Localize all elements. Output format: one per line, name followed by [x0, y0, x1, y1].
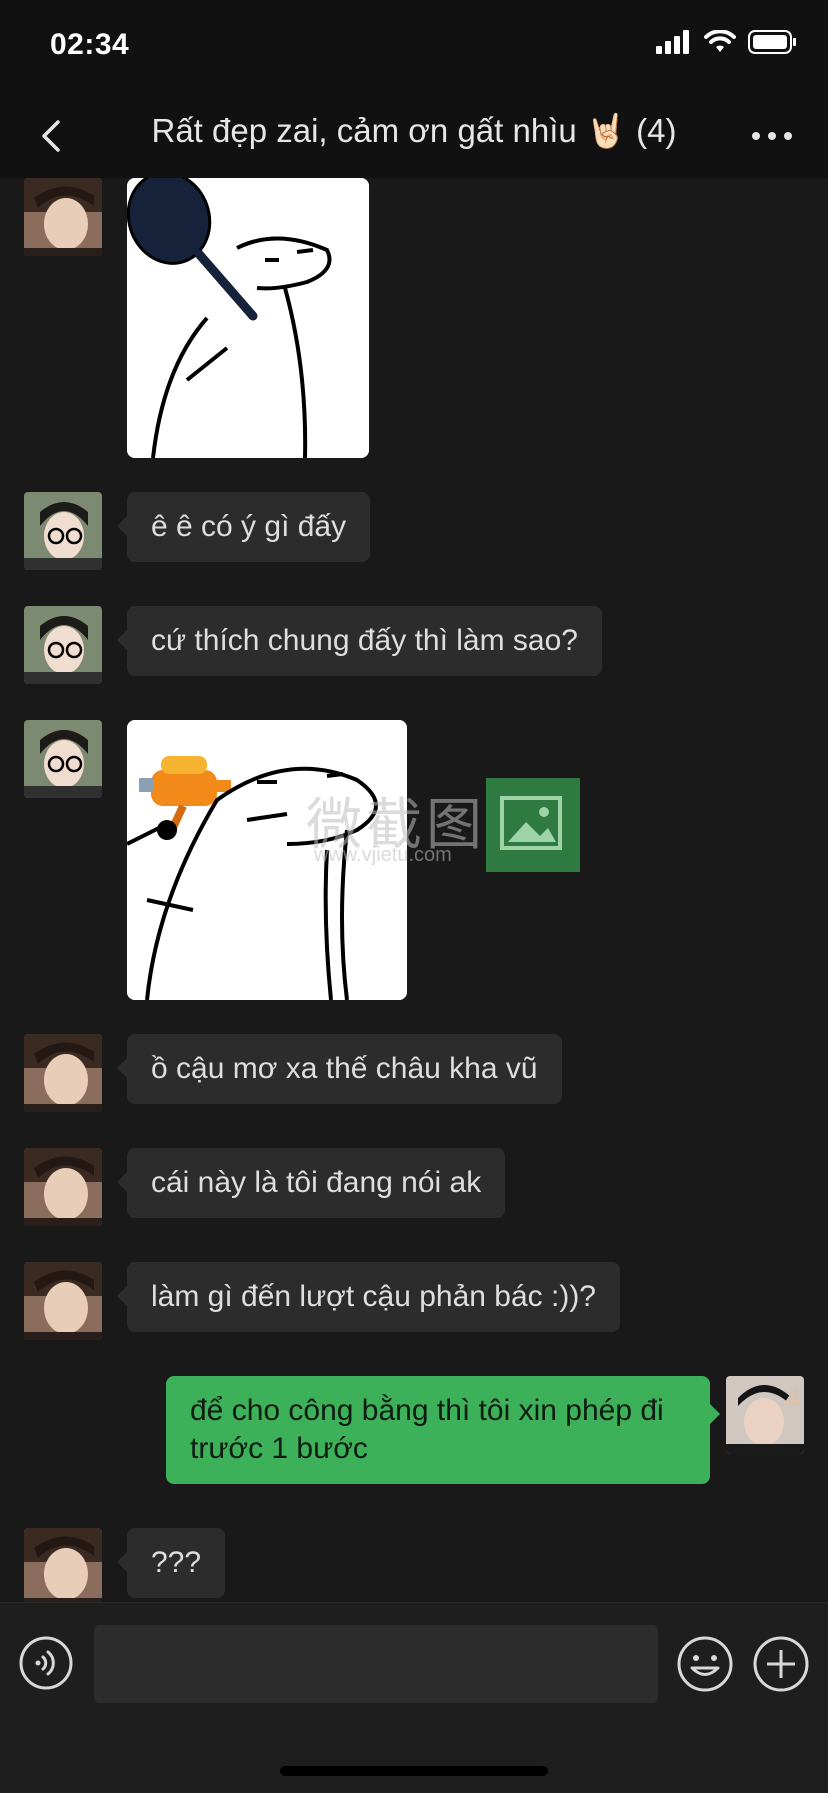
avatar[interactable]	[24, 492, 102, 570]
chat-header: Rất đẹp zai, cảm ơn gất nhìu 🤘🏻 (4)	[0, 94, 828, 178]
watermark: 微截图 www.vjietu.com	[300, 778, 590, 878]
battery-icon	[748, 30, 796, 54]
home-indicator	[280, 1766, 548, 1776]
status-bar: 02:34	[0, 0, 828, 94]
sticker-image[interactable]	[127, 178, 369, 458]
emoji-icon[interactable]	[676, 1635, 734, 1693]
message-bubble[interactable]: cứ thích chung đấy thì làm sao?	[117, 606, 602, 676]
avatar[interactable]	[24, 1034, 102, 1112]
message-list[interactable]: ê ê có ý gì đấy cứ thích chung đấy thì l…	[0, 178, 828, 1602]
avatar[interactable]	[24, 178, 102, 256]
avatar[interactable]	[24, 606, 102, 684]
more-icon[interactable]	[742, 108, 802, 164]
message-bubble[interactable]: cái này là tôi đang nói ak	[116, 1148, 506, 1218]
message-bubble[interactable]: ???	[116, 1528, 226, 1598]
voice-icon[interactable]	[18, 1635, 74, 1691]
plus-icon[interactable]	[752, 1635, 810, 1693]
my-message-bubble[interactable]: để cho công bằng thì tôi xin phép đi trư…	[166, 1376, 720, 1484]
status-time: 02:34	[50, 28, 130, 61]
chat-title: Rất đẹp zai, cảm ơn gất nhìu 🤘🏻 (4)	[151, 112, 677, 149]
wifi-icon	[704, 30, 736, 52]
input-bar	[0, 1602, 828, 1793]
message-bubble[interactable]: làm gì đến lượt cậu phản bác :))?	[117, 1262, 620, 1332]
message-input[interactable]	[94, 1625, 658, 1703]
message-bubble[interactable]: ồ cậu mơ xa thế châu kha vũ	[117, 1034, 562, 1104]
avatar[interactable]	[24, 1528, 102, 1602]
status-icons	[656, 30, 798, 54]
image-icon	[486, 778, 580, 872]
watermark-url: www.vjietu.com	[314, 844, 452, 866]
avatar[interactable]	[24, 720, 102, 798]
avatar[interactable]	[24, 1262, 102, 1340]
signal-icon	[656, 30, 689, 54]
message-bubble[interactable]: ê ê có ý gì đấy	[116, 492, 371, 562]
avatar[interactable]	[24, 1148, 102, 1226]
back-chevron-icon[interactable]	[24, 108, 80, 164]
my-avatar[interactable]	[726, 1376, 804, 1454]
